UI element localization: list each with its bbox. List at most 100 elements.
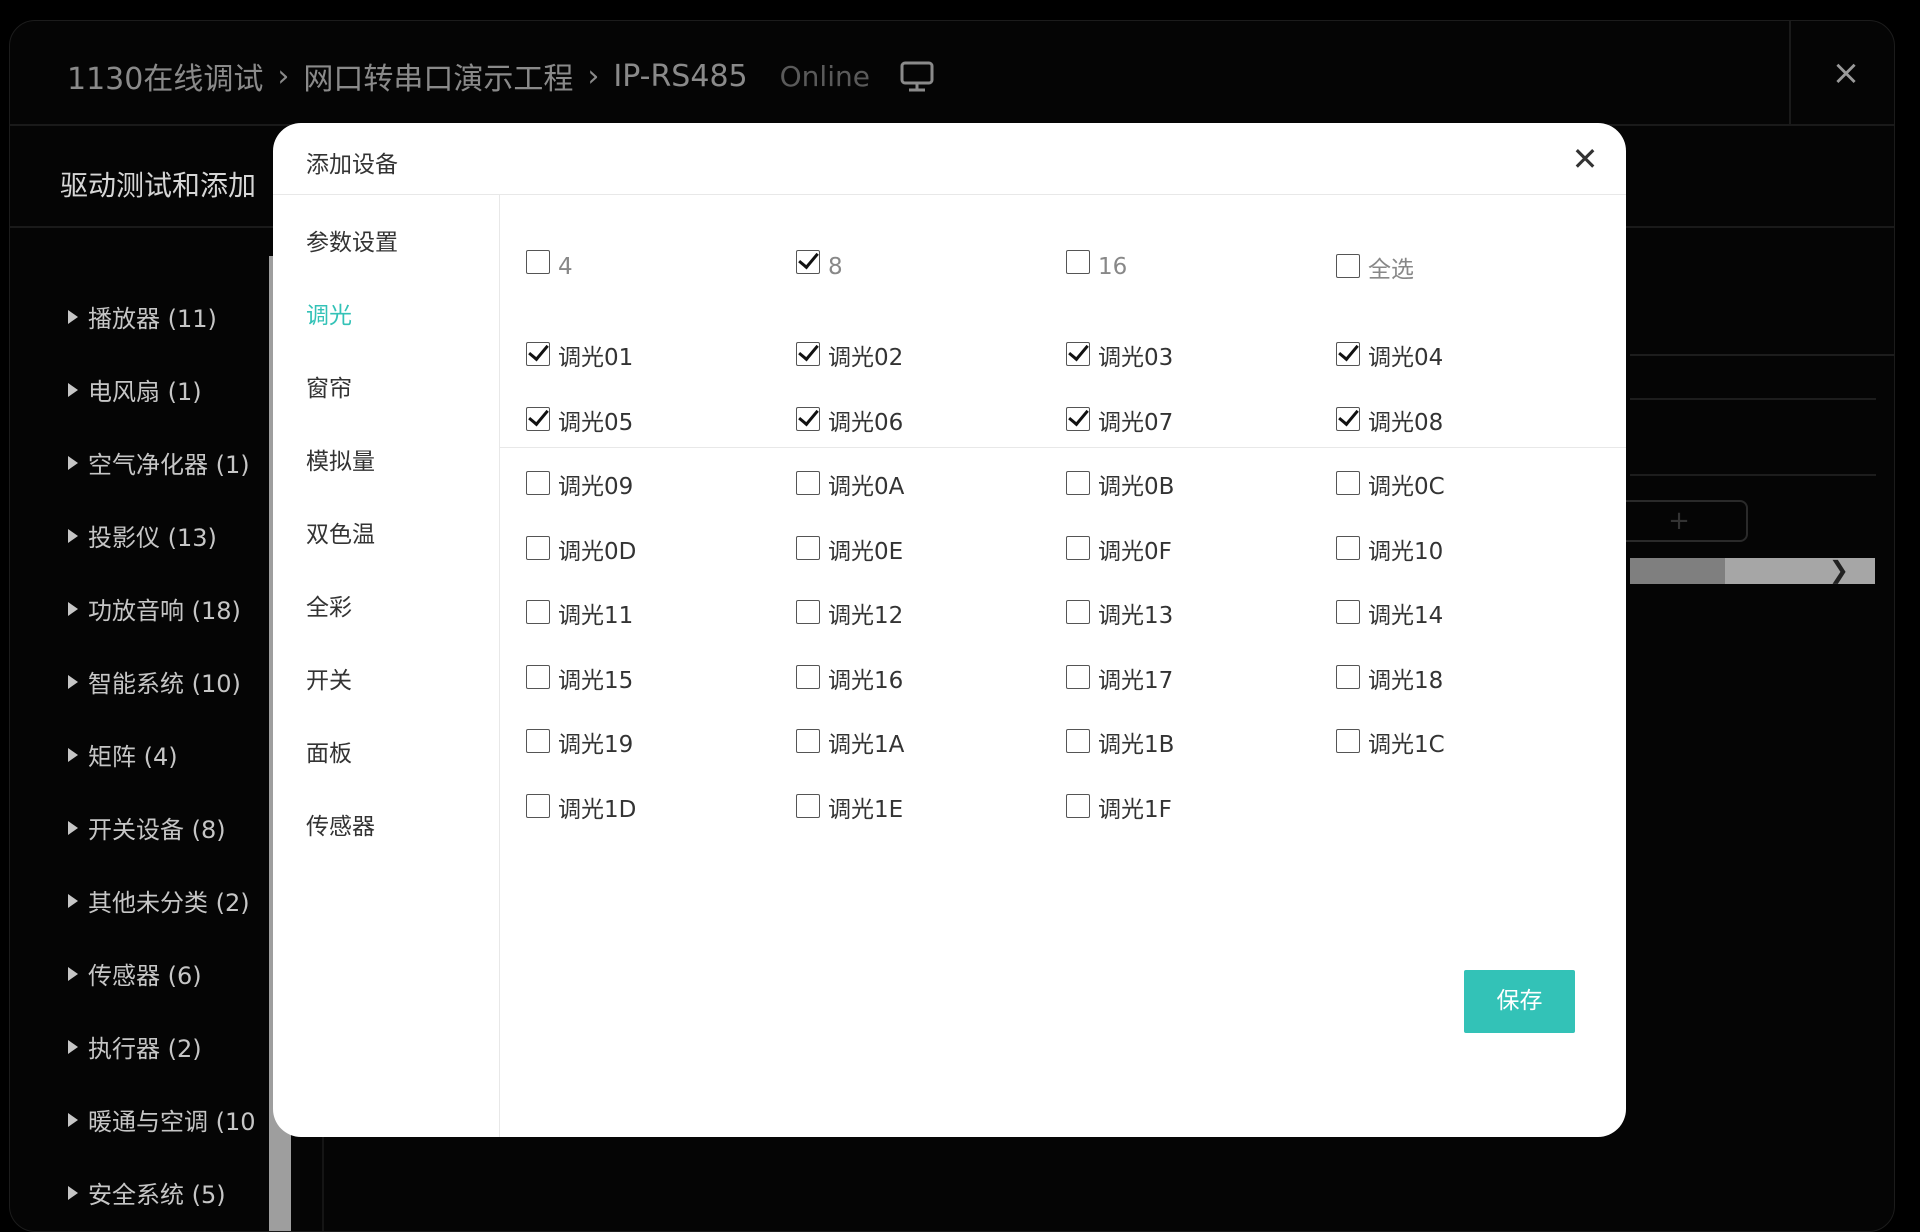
checkbox[interactable] — [1066, 664, 1090, 689]
checkbox[interactable] — [1336, 342, 1360, 366]
nav-item-1[interactable]: 调光 — [306, 296, 352, 330]
nav-item-5[interactable]: 全彩 — [306, 588, 352, 622]
checkbox[interactable] — [1066, 250, 1090, 274]
checkbox[interactable] — [1066, 471, 1090, 495]
sidebar-category-item[interactable]: 智能系统 (10) — [68, 664, 241, 699]
dimmer-channel-checkbox[interactable]: 调光05 — [526, 403, 633, 436]
dimmer-channel-checkbox[interactable]: 调光13 — [1066, 596, 1173, 629]
checkbox[interactable] — [1336, 664, 1360, 689]
sidebar-category-item[interactable]: 执行器 (2) — [68, 1029, 202, 1064]
checkbox[interactable] — [796, 729, 820, 753]
checkbox[interactable] — [1066, 535, 1090, 560]
dimmer-channel-checkbox[interactable]: 调光04 — [1336, 338, 1443, 371]
dimmer-channel-checkbox[interactable]: 调光10 — [1336, 532, 1443, 565]
checkbox[interactable] — [526, 793, 550, 818]
dimmer-channel-checkbox[interactable]: 调光11 — [526, 596, 633, 629]
checkbox[interactable] — [796, 250, 820, 274]
dimmer-channel-checkbox[interactable]: 调光02 — [796, 338, 903, 371]
checkbox[interactable] — [1336, 406, 1360, 431]
checkbox[interactable] — [526, 250, 550, 274]
dimmer-channel-checkbox[interactable]: 调光19 — [526, 725, 633, 758]
nav-item-0[interactable]: 参数设置 — [306, 223, 398, 257]
sidebar-category-item[interactable]: 暖通与空调 (10 — [68, 1102, 256, 1137]
dimmer-channel-checkbox[interactable]: 调光1B — [1066, 725, 1174, 758]
checkbox[interactable] — [1336, 600, 1360, 624]
breadcrumb-item-project-debug[interactable]: 1130在线调试 — [67, 54, 263, 98]
checkbox[interactable] — [1336, 254, 1360, 278]
dimmer-channel-checkbox[interactable]: 调光1D — [526, 790, 636, 823]
dimmer-channel-checkbox[interactable]: 调光0A — [796, 467, 904, 500]
dimmer-channel-checkbox[interactable]: 调光06 — [796, 403, 903, 436]
dimmer-channel-checkbox[interactable]: 调光08 — [1336, 403, 1443, 436]
sidebar-category-item[interactable]: 安全系统 (5) — [68, 1175, 226, 1210]
sidebar-category-item[interactable]: 电风扇 (1) — [68, 372, 202, 407]
sidebar-category-item[interactable]: 播放器 (11) — [68, 299, 217, 334]
close-icon[interactable]: ✕ — [1571, 143, 1599, 175]
dimmer-channel-checkbox[interactable]: 调光0C — [1336, 467, 1445, 500]
add-button[interactable]: + — [1610, 500, 1748, 542]
checkbox[interactable] — [796, 406, 820, 431]
checkbox[interactable] — [526, 535, 550, 560]
checkbox[interactable] — [1066, 342, 1090, 366]
checkbox[interactable] — [1066, 406, 1090, 431]
checkbox[interactable] — [526, 600, 550, 624]
horizontal-scrollbar[interactable]: ❯ — [1630, 556, 1875, 584]
dimmer-channel-checkbox[interactable]: 调光09 — [526, 467, 633, 500]
dimmer-channel-checkbox[interactable]: 调光16 — [796, 661, 903, 694]
save-button[interactable]: 保存 — [1464, 970, 1575, 1033]
checkbox[interactable] — [1336, 471, 1360, 495]
dimmer-channel-checkbox[interactable]: 调光1A — [796, 725, 904, 758]
checkbox[interactable] — [796, 535, 820, 560]
dimmer-channel-checkbox[interactable]: 调光01 — [526, 338, 633, 371]
dimmer-channel-checkbox[interactable]: 调光18 — [1336, 661, 1443, 694]
checkbox[interactable] — [1066, 793, 1090, 818]
dimmer-channel-checkbox[interactable]: 调光03 — [1066, 338, 1173, 371]
count-option-checkbox[interactable]: 4 — [526, 250, 573, 280]
dimmer-channel-checkbox[interactable]: 调光12 — [796, 596, 903, 629]
nav-item-8[interactable]: 传感器 — [306, 807, 375, 841]
checkbox[interactable] — [526, 342, 550, 366]
count-option-checkbox[interactable]: 全选 — [1336, 250, 1414, 283]
checkbox[interactable] — [1336, 729, 1360, 753]
checkbox[interactable] — [1336, 535, 1360, 560]
checkbox[interactable] — [526, 406, 550, 431]
dimmer-channel-checkbox[interactable]: 调光0E — [796, 532, 903, 565]
sidebar-category-item[interactable]: 开关设备 (8) — [68, 810, 226, 845]
nav-item-3[interactable]: 模拟量 — [306, 442, 375, 476]
nav-item-6[interactable]: 开关 — [306, 661, 352, 695]
checkbox[interactable] — [796, 471, 820, 495]
checkbox[interactable] — [526, 664, 550, 689]
sidebar-category-item[interactable]: 投影仪 (13) — [68, 518, 217, 553]
checkbox[interactable] — [1066, 729, 1090, 753]
checkbox[interactable] — [796, 342, 820, 366]
dimmer-channel-checkbox[interactable]: 调光15 — [526, 661, 633, 694]
checkbox[interactable] — [796, 664, 820, 689]
dimmer-channel-checkbox[interactable]: 调光17 — [1066, 661, 1173, 694]
count-option-checkbox[interactable]: 16 — [1066, 250, 1127, 280]
chevron-right-icon[interactable]: ❯ — [1829, 556, 1849, 584]
dimmer-channel-checkbox[interactable]: 调光07 — [1066, 403, 1173, 436]
sidebar-category-item[interactable]: 传感器 (6) — [68, 956, 202, 991]
dimmer-channel-checkbox[interactable]: 调光14 — [1336, 596, 1443, 629]
sidebar-category-item[interactable]: 功放音响 (18) — [68, 591, 241, 626]
checkbox[interactable] — [796, 600, 820, 624]
scrollbar-thumb[interactable] — [1630, 558, 1725, 584]
dimmer-channel-checkbox[interactable]: 调光0B — [1066, 467, 1174, 500]
checkbox[interactable] — [796, 793, 820, 818]
monitor-icon[interactable] — [900, 59, 934, 93]
sidebar-category-item[interactable]: 空气净化器 (1) — [68, 445, 250, 480]
dimmer-channel-checkbox[interactable]: 调光0D — [526, 532, 636, 565]
nav-item-2[interactable]: 窗帘 — [306, 369, 352, 403]
checkbox[interactable] — [526, 471, 550, 495]
close-icon[interactable]: × — [1830, 56, 1862, 90]
sidebar-category-item[interactable]: 矩阵 (4) — [68, 737, 178, 772]
nav-item-4[interactable]: 双色温 — [306, 515, 375, 549]
dimmer-channel-checkbox[interactable]: 调光1E — [796, 790, 903, 823]
dimmer-channel-checkbox[interactable]: 调光1C — [1336, 725, 1445, 758]
dimmer-channel-checkbox[interactable]: 调光1F — [1066, 790, 1172, 823]
count-option-checkbox[interactable]: 8 — [796, 250, 843, 280]
checkbox[interactable] — [526, 729, 550, 753]
checkbox[interactable] — [1066, 600, 1090, 624]
dimmer-channel-checkbox[interactable]: 调光0F — [1066, 532, 1172, 565]
breadcrumb-item-project[interactable]: 网口转串口演示工程 — [303, 54, 573, 98]
